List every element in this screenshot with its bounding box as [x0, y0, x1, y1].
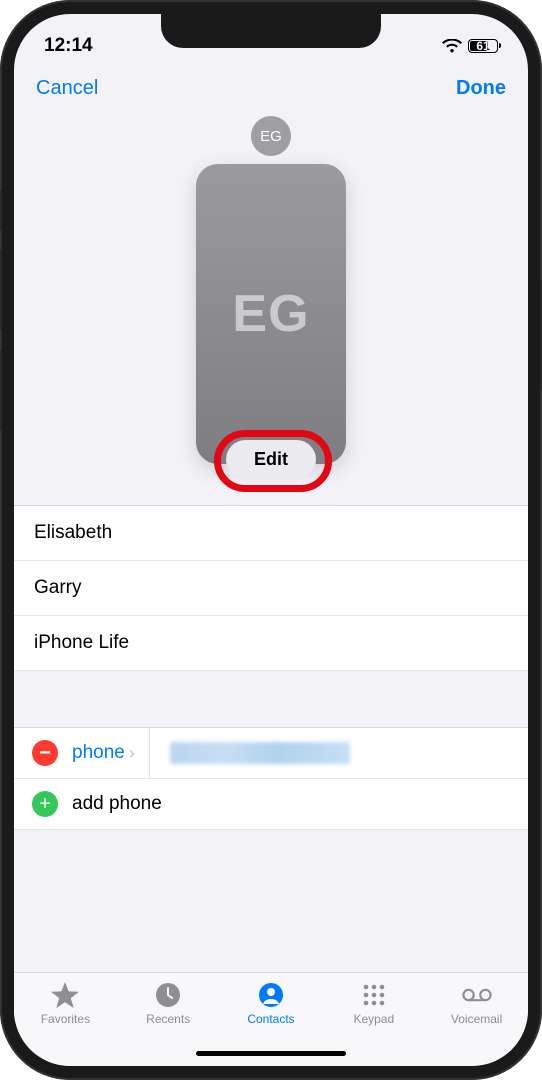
add-phone-icon: +	[32, 791, 58, 817]
device-frame: 12:14 61 Cancel Done EG EG	[0, 0, 542, 1080]
add-phone-row[interactable]: + add phone	[14, 779, 528, 830]
poster-initials: EG	[232, 284, 309, 344]
edit-poster-button[interactable]: Edit	[226, 440, 316, 479]
nav-bar: Cancel Done	[14, 64, 528, 112]
remove-phone-icon[interactable]: −	[32, 740, 58, 766]
status-time: 12:14	[44, 35, 93, 57]
tab-favorites[interactable]: Favorites	[14, 981, 117, 1066]
cancel-button[interactable]: Cancel	[36, 77, 98, 100]
star-icon	[50, 981, 80, 1009]
notch	[161, 14, 381, 48]
screen: 12:14 61 Cancel Done EG EG	[14, 14, 528, 1066]
first-name-field[interactable]: Elisabeth	[14, 506, 528, 561]
contact-poster-card[interactable]: EG	[196, 164, 346, 464]
keypad-icon	[359, 981, 389, 1009]
phone-entry-row: − phone ›	[14, 728, 528, 779]
person-circle-icon	[256, 981, 286, 1009]
done-button[interactable]: Done	[456, 77, 506, 100]
clock-icon	[153, 981, 183, 1009]
last-name-field[interactable]: Garry	[14, 561, 528, 616]
phone-number-field[interactable]	[170, 742, 350, 764]
avatar[interactable]: EG	[251, 116, 291, 156]
contact-poster-area: EG EG Edit	[14, 112, 528, 505]
company-field[interactable]: iPhone Life	[14, 616, 528, 671]
wifi-icon	[442, 39, 462, 53]
chevron-right-icon: ›	[129, 743, 135, 764]
name-fields-section: Elisabeth Garry iPhone Life	[14, 505, 528, 671]
voicemail-icon	[462, 981, 492, 1009]
phone-section: − phone › + add phone	[14, 727, 528, 830]
tab-voicemail[interactable]: Voicemail	[425, 981, 528, 1066]
tab-bar: Favorites Recents Contacts Keypad	[14, 972, 528, 1066]
battery-icon: 61	[468, 39, 498, 53]
home-indicator[interactable]	[196, 1051, 346, 1056]
phone-label-button[interactable]: phone ›	[72, 742, 135, 764]
